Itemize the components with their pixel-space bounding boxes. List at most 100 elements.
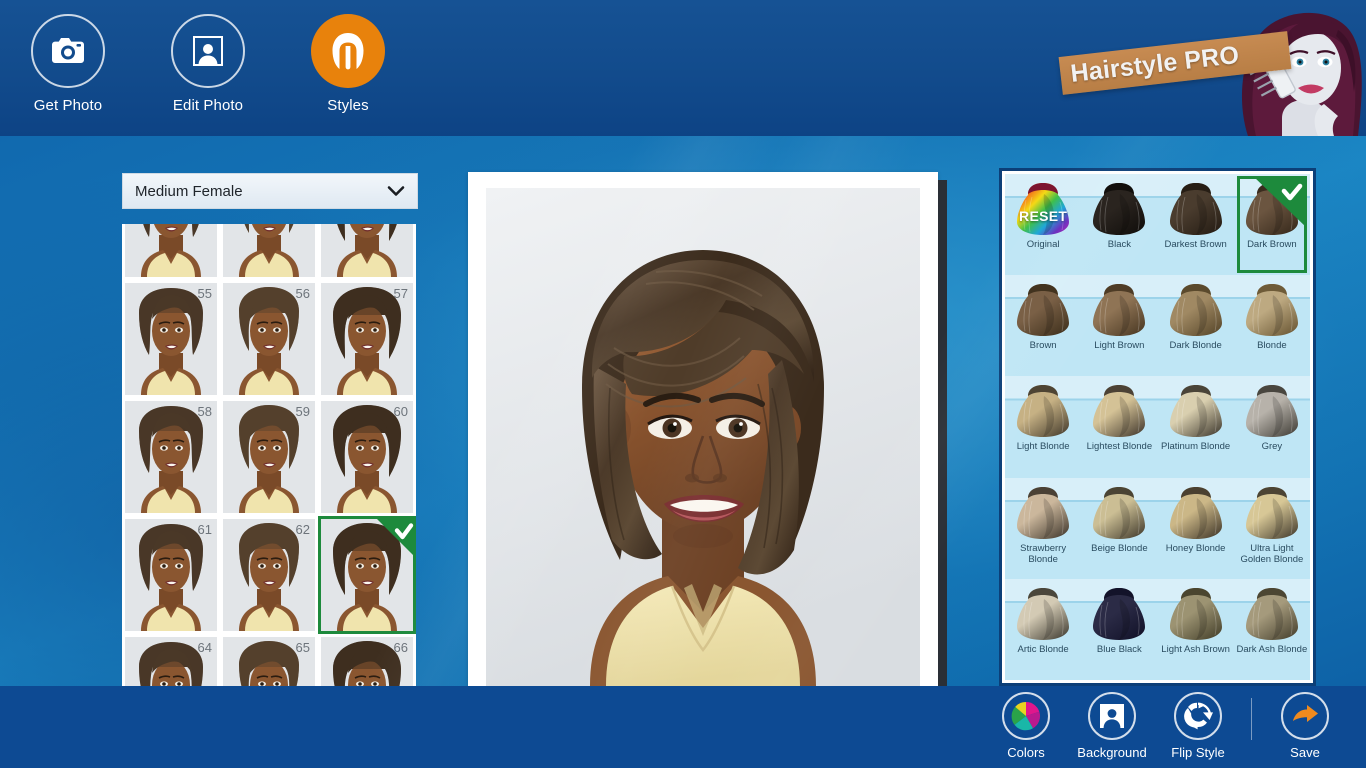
hair-color-label: Light Ash Brown (1161, 643, 1230, 655)
hairstyle-thumbnail[interactable]: 56 (220, 280, 318, 398)
hairstyle-thumbnail[interactable]: 52 (122, 224, 220, 280)
hair-color-label: Original (1026, 239, 1060, 250)
hairstyle-thumbnail[interactable]: 54 (318, 224, 416, 280)
hair-color-swatch[interactable]: Brown (1005, 275, 1082, 377)
footer-divider (1251, 698, 1252, 740)
hair-color-label: Dark Ash Blonde (1236, 643, 1308, 655)
hairstyle-thumbnail-number: 66 (393, 640, 408, 655)
footer-item-flip-style[interactable]: Flip Style (1155, 692, 1241, 760)
hair-color-swatch[interactable]: Dark Ash Blonde (1233, 578, 1310, 680)
hair-color-label: Honey Blonde (1165, 542, 1226, 554)
flip-style-button[interactable] (1174, 692, 1222, 740)
hair-color-swatch[interactable]: Lightest Blonde (1081, 376, 1158, 478)
photo-preview-panel[interactable] (468, 172, 938, 686)
hair-color-swatch[interactable]: Darkest Brown (1157, 174, 1234, 276)
hairstyle-thumbnail-image: 66 (321, 637, 413, 686)
background-button[interactable] (1088, 692, 1136, 740)
get-photo-button[interactable] (31, 14, 105, 88)
app-root: Get Photo Edit Photo Styles Hairstyle PR… (0, 0, 1366, 768)
photo-preview-canvas[interactable] (486, 188, 920, 686)
hair-color-swatch[interactable]: Strawberry Blonde (1005, 477, 1082, 579)
hair-color-swatch[interactable]: RESET Original (1005, 174, 1082, 276)
hair-color-swatch[interactable]: Light Ash Brown (1157, 578, 1234, 680)
hairstyle-thumbnail-number: 57 (393, 286, 408, 301)
edit-photo-button[interactable] (171, 14, 245, 88)
camera-icon (52, 38, 84, 63)
hair-color-swatch[interactable]: Dark Blonde (1157, 275, 1234, 377)
hairstyle-thumbnail-number: 58 (197, 404, 212, 419)
portrait-icon (1100, 704, 1124, 728)
footer-item-save[interactable]: Save (1262, 692, 1348, 760)
hairstyle-thumbnail-number: 59 (295, 404, 310, 419)
hairstyle-thumbnail[interactable]: 62 (220, 516, 318, 634)
photo-panel-scrollbar[interactable] (938, 180, 947, 686)
hairstyle-thumbnail[interactable]: 53 (220, 224, 318, 280)
hair-color-label: Light Brown (1094, 340, 1145, 352)
hair-color-label: Lightest Blonde (1086, 441, 1153, 453)
footer-actions: Colors Background Flip Style Save (983, 692, 1348, 760)
hairstyle-thumbnail[interactable]: 63 (318, 516, 416, 634)
hair-bundle-icon (1245, 284, 1298, 337)
hairstyle-thumbnail[interactable]: 57 (318, 280, 416, 398)
hairstyle-thumbnail[interactable]: 60 (318, 398, 416, 516)
save-button[interactable] (1281, 692, 1329, 740)
hair-color-swatch[interactable]: Blue Black (1081, 578, 1158, 680)
hair-color-swatch[interactable]: Artic Blonde (1005, 578, 1082, 680)
footer-item-colors[interactable]: Colors (983, 692, 1069, 760)
hair-color-swatch[interactable]: Beige Blonde (1081, 477, 1158, 579)
hair-color-swatch[interactable]: Light Blonde (1005, 376, 1082, 478)
hairstyle-thumbnail-grid: 525354 55 56 57 58 59 60 61 62 63 64 65 66 (122, 224, 416, 686)
footer-label-flip-style: Flip Style (1171, 745, 1225, 760)
chevron-down-icon (387, 185, 405, 197)
footer-item-background[interactable]: Background (1069, 692, 1155, 760)
color-wheel-icon (1011, 701, 1041, 731)
hairstyle-thumbnail-image: 60 (321, 401, 413, 513)
hairstyle-thumbnail[interactable]: 55 (122, 280, 220, 398)
hairstyle-thumbnail-image: 64 (125, 637, 217, 686)
hairstyle-thumbnail[interactable]: 66 (318, 634, 416, 686)
hairstyle-thumbnail-list[interactable]: 525354 55 56 57 58 59 60 61 62 63 64 65 66 (122, 224, 416, 686)
hair-bundle-icon (1017, 385, 1070, 438)
hair-bundle-icon (1093, 385, 1146, 438)
styles-button[interactable] (311, 14, 385, 88)
hairstyle-thumbnail[interactable]: 65 (220, 634, 318, 686)
hair-color-swatch[interactable]: Platinum Blonde (1157, 376, 1234, 478)
hair-bundle-icon (1093, 284, 1146, 337)
nav-label-edit-photo: Edit Photo (172, 97, 244, 114)
hairstyle-thumbnail-number: 60 (393, 404, 408, 419)
hairstyle-thumbnail-number: 61 (197, 522, 212, 537)
hair-color-swatch[interactable]: Grey (1233, 376, 1310, 478)
hair-color-label: Platinum Blonde (1161, 441, 1231, 453)
hair-bundle-icon (1093, 587, 1146, 640)
hair-color-swatch[interactable]: Light Brown (1081, 275, 1158, 377)
hairstyle-thumbnail-image: 54 (321, 224, 413, 277)
hairstyle-thumbnail-number: 62 (295, 522, 310, 537)
hair-color-swatch[interactable]: Black (1081, 174, 1158, 276)
hairstyle-thumbnail[interactable]: 61 (122, 516, 220, 634)
hairstyle-thumbnail-image: 57 (321, 283, 413, 395)
colors-button[interactable] (1002, 692, 1050, 740)
app-header: Get Photo Edit Photo Styles Hairstyle PR… (0, 0, 1366, 136)
style-category-select[interactable]: Medium Female (122, 173, 418, 209)
brand-logo: Hairstyle PRO (1036, 0, 1366, 136)
nav-item-get-photo[interactable]: Get Photo (18, 14, 118, 114)
check-icon (374, 516, 416, 558)
hair-color-label: Grey (1261, 441, 1283, 453)
hairstyle-thumbnail[interactable]: 59 (220, 398, 318, 516)
mini-portrait (321, 224, 413, 277)
save-arrow-icon (1293, 705, 1318, 722)
hair-color-swatch[interactable]: Honey Blonde (1157, 477, 1234, 579)
hair-color-label: Artic Blonde (1017, 643, 1069, 655)
nav-item-edit-photo[interactable]: Edit Photo (158, 14, 258, 114)
hairstyle-thumbnail[interactable]: 64 (122, 634, 220, 686)
hair-bundle-icon (1169, 284, 1222, 337)
hair-color-label: Strawberry Blonde (1020, 542, 1067, 565)
portrait-icon (193, 36, 223, 66)
hair-color-swatch[interactable]: Blonde (1233, 275, 1310, 377)
hairstyle-thumbnail[interactable]: 58 (122, 398, 220, 516)
mini-portrait (125, 224, 217, 277)
nav-item-styles[interactable]: Styles (298, 14, 398, 114)
hair-color-swatch[interactable]: Dark Brown (1233, 174, 1310, 276)
hair-bundle-icon (1169, 183, 1222, 235)
hair-color-swatch[interactable]: Ultra Light Golden Blonde (1233, 477, 1310, 579)
